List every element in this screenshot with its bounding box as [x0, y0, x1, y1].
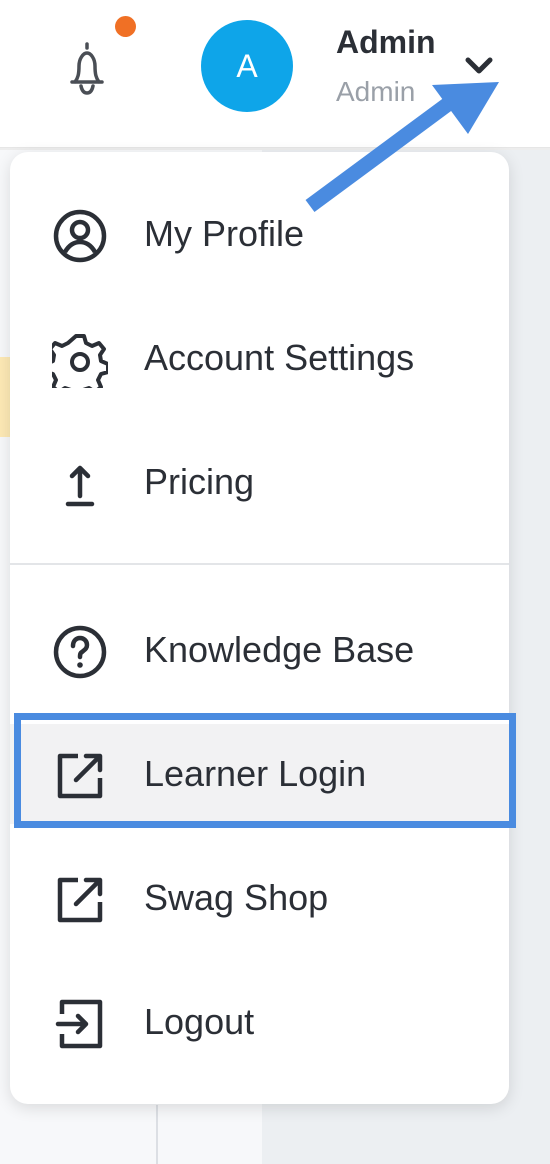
avatar[interactable]: A — [201, 20, 293, 112]
notification-dot — [115, 16, 136, 37]
menu-item-label: Pricing — [144, 461, 255, 502]
menu-item-logout[interactable]: Logout — [10, 972, 509, 1072]
menu-item-label: Account Settings — [144, 337, 415, 378]
menu-item-label: My Profile — [144, 213, 305, 254]
menu-item-my-profile[interactable]: My Profile — [10, 184, 509, 284]
panel-divider — [156, 1105, 158, 1164]
question-circle-icon — [53, 625, 107, 679]
menu-item-knowledge-base[interactable]: Knowledge Base — [10, 600, 509, 700]
external-link-icon — [57, 877, 103, 923]
chevron-down-icon[interactable] — [462, 50, 496, 80]
upload-arrow-icon — [65, 465, 95, 507]
menu-item-swag-shop[interactable]: Swag Shop — [10, 848, 509, 948]
logout-icon — [55, 999, 103, 1049]
menu-item-label: Learner Login — [144, 753, 367, 794]
gear-icon — [52, 334, 108, 388]
user-circle-icon — [53, 209, 107, 263]
menu-divider — [10, 563, 509, 565]
user-dropdown-menu: My Profile Account Settings Pricing Know… — [10, 152, 509, 1104]
user-name[interactable]: Admin — [336, 24, 436, 61]
menu-item-label: Swag Shop — [144, 877, 329, 918]
top-bar: A Admin Admin — [0, 0, 550, 148]
menu-item-learner-login[interactable]: Learner Login — [10, 724, 509, 824]
external-link-icon — [57, 753, 103, 799]
background-text — [0, 640, 10, 680]
menu-item-account-settings[interactable]: Account Settings — [10, 308, 509, 408]
menu-item-pricing[interactable]: Pricing — [10, 432, 509, 532]
menu-item-label: Logout — [144, 1001, 255, 1042]
menu-item-label: Knowledge Base — [144, 629, 415, 670]
user-role: Admin — [336, 76, 416, 107]
bell-icon[interactable] — [58, 38, 116, 98]
